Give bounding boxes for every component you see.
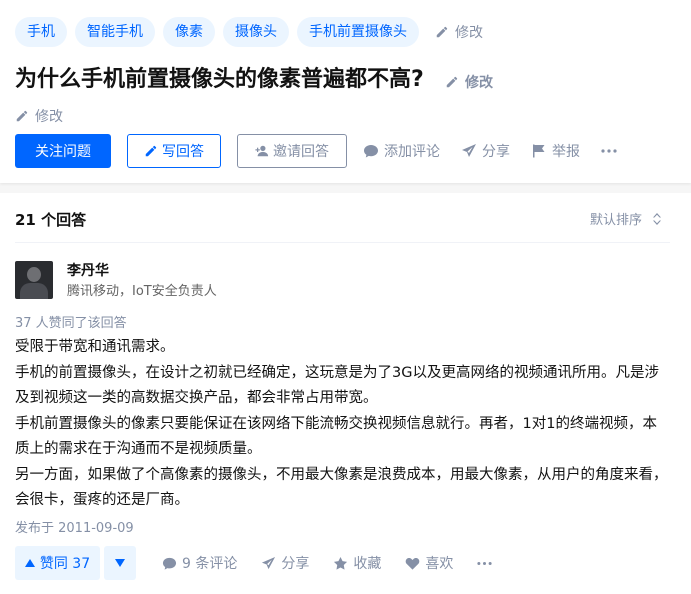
question-header: 手机 智能手机 像素 摄像头 手机前置摄像头 修改 为什么手机前置摄像头的像素普… (0, 0, 691, 183)
topic-tag[interactable]: 智能手机 (75, 17, 155, 47)
collect-label: 收藏 (353, 556, 382, 572)
answer-list: 21 个回答 默认排序 李丹华 腾讯移动，IoT安全负责人 37 人赞同了该回答… (0, 193, 691, 594)
answer-paragraph: 受限于带宽和通讯需求。 (15, 339, 175, 355)
pencil-icon (16, 110, 28, 122)
edit-label: 修改 (455, 25, 483, 41)
pencil-icon (436, 26, 448, 38)
pencil-icon (145, 145, 157, 157)
answer-paragraph: 手机前置摄像头的像素只要能保证在该网络下能流畅交换视频信息就行。再者，1对1的终… (15, 415, 657, 458)
topic-list: 手机 智能手机 像素 摄像头 手机前置摄像头 修改 (15, 17, 483, 47)
answer-paragraph: 另一方面，如果做了个高像素的摄像头，不用最大像素是浪费成本，用最大像素，从用户的… (15, 466, 668, 509)
topic-tag[interactable]: 手机 (15, 17, 67, 47)
comment-icon (364, 145, 378, 158)
more-options-button[interactable] (601, 143, 622, 159)
author-bio: 腾讯移动，IoT安全负责人 (67, 284, 217, 299)
share-icon (262, 556, 276, 569)
downvote-button[interactable] (104, 546, 136, 580)
collect-button[interactable]: 收藏 (333, 553, 381, 573)
answer-paragraph: 手机的前置摄像头，在设计之初就已经确定，这玩意是为了3G以及更高网络的视频通讯所… (15, 364, 659, 407)
write-answer-button[interactable]: 写回答 (127, 134, 221, 168)
like-button[interactable]: 喜欢 (405, 553, 453, 573)
answer-author: 李丹华 腾讯移动，IoT安全负责人 (15, 261, 217, 302)
share-icon (462, 144, 476, 157)
answer-content: 受限于带宽和通讯需求。 手机的前置摄像头，在设计之初就已经确定，这玩意是为了3G… (15, 335, 671, 514)
invite-answer-label: 邀请回答 (273, 144, 329, 160)
avatar[interactable] (15, 261, 53, 299)
topic-tag[interactable]: 摄像头 (223, 17, 289, 47)
write-answer-label: 写回答 (162, 144, 204, 160)
triangle-down-icon (115, 559, 125, 567)
share-answer-label: 分享 (281, 556, 310, 572)
answer-more-button[interactable] (477, 556, 497, 571)
sort-label: 默认排序 (589, 213, 642, 228)
upvote-button[interactable]: 赞同 37 (15, 546, 100, 580)
question-actions: 关注问题 写回答 邀请回答 添加评论 分享 举报 (15, 134, 643, 168)
edit-label: 修改 (465, 75, 493, 91)
like-label: 喜欢 (425, 556, 454, 572)
answer-actions: 赞同 37 9 条评论 分享 收藏 喜欢 (15, 546, 521, 580)
comments-label: 9 条评论 (182, 556, 238, 572)
add-comment-label: 添加评论 (384, 144, 440, 160)
share-label: 分享 (482, 144, 510, 160)
edit-label: 修改 (35, 109, 63, 125)
flag-icon (533, 144, 545, 158)
comments-button[interactable]: 9 条评论 (162, 553, 237, 573)
invite-answer-button[interactable]: 邀请回答 (237, 134, 347, 168)
edit-detail-button[interactable]: 修改 (15, 106, 63, 126)
topic-tag[interactable]: 手机前置摄像头 (297, 17, 419, 47)
pencil-icon (446, 76, 458, 88)
author-info: 李丹华 腾讯移动，IoT安全负责人 (67, 261, 217, 302)
report-label: 举报 (552, 144, 580, 160)
share-button[interactable]: 分享 (461, 141, 510, 161)
triangle-up-icon (24, 559, 35, 567)
heart-icon (406, 557, 420, 570)
add-comment-button[interactable]: 添加评论 (363, 141, 440, 161)
voters-count[interactable]: 37 人赞同了该回答 (15, 312, 127, 331)
topic-tag[interactable]: 像素 (163, 17, 215, 47)
more-icon (601, 149, 617, 153)
edit-title-button[interactable]: 修改 (445, 72, 493, 92)
add-user-icon (255, 145, 269, 157)
author-name[interactable]: 李丹华 (67, 261, 217, 281)
answer-list-header: 21 个回答 默认排序 (15, 193, 670, 243)
star-icon (334, 556, 348, 570)
share-answer-button[interactable]: 分享 (261, 553, 309, 573)
report-button[interactable]: 举报 (531, 141, 580, 161)
more-icon (477, 561, 492, 565)
follow-question-button[interactable]: 关注问题 (15, 134, 111, 168)
sort-arrows-icon (653, 212, 661, 225)
edit-topics-button[interactable]: 修改 (435, 22, 483, 42)
sort-selector[interactable]: 默认排序 (590, 209, 662, 228)
answer-count: 21 个回答 (15, 211, 87, 229)
upvote-label: 赞同 37 (39, 556, 91, 572)
question-title[interactable]: 为什么手机前置摄像头的像素普遍都不高? (15, 64, 424, 96)
publish-date[interactable]: 发布于 2011-09-09 (15, 517, 134, 536)
comment-icon (162, 557, 177, 570)
